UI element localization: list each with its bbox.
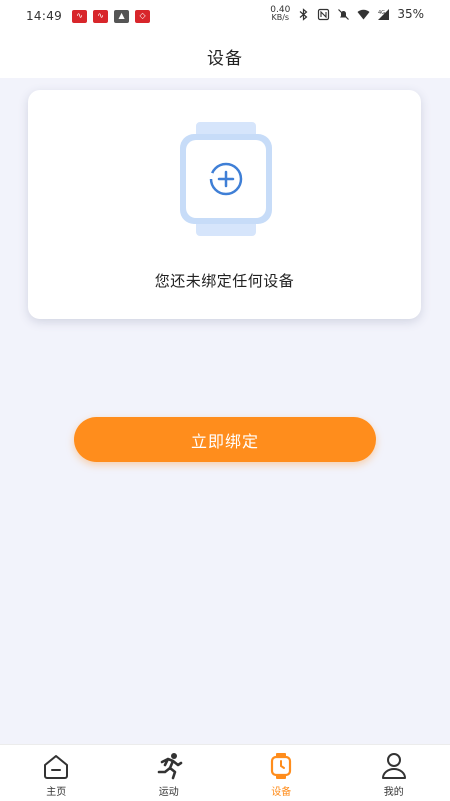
header: 设备 <box>0 34 450 78</box>
status-left: 14:49 ∿ ∿ ▲ ◇ <box>26 9 150 23</box>
watch-add-icon[interactable] <box>176 120 276 238</box>
empty-device-message: 您还未绑定任何设备 <box>28 270 421 291</box>
running-icon <box>154 751 184 781</box>
network-type: 4G <box>378 10 385 16</box>
tab-device-label: 设备 <box>271 783 291 798</box>
device-card: 您还未绑定任何设备 <box>28 90 421 319</box>
page-title: 设备 <box>207 44 243 69</box>
status-right: 0.40 KB/s 4G 35% <box>270 7 424 21</box>
mute-icon <box>337 8 350 21</box>
tab-mine-label: 我的 <box>384 783 404 798</box>
tab-home[interactable]: 主页 <box>0 745 113 801</box>
bind-now-button[interactable]: 立即绑定 <box>74 417 376 462</box>
signal-icon: 4G <box>377 8 390 21</box>
net-speed-unit: KB/s <box>270 14 290 21</box>
app-notification-icon: ◇ <box>135 10 150 23</box>
nfc-icon <box>317 8 330 21</box>
app-notification-icon: ∿ <box>72 10 87 23</box>
image-notification-icon: ▲ <box>114 10 129 23</box>
bluetooth-icon <box>297 8 310 21</box>
app-notification-icon: ∿ <box>93 10 108 23</box>
watch-icon <box>266 751 296 781</box>
net-speed: 0.40 KB/s <box>270 7 290 21</box>
tab-sport-label: 运动 <box>159 783 179 798</box>
tab-home-label: 主页 <box>46 783 66 798</box>
wifi-icon <box>357 8 370 21</box>
home-icon <box>41 751 71 781</box>
status-bar: 14:49 ∿ ∿ ▲ ◇ 0.40 KB/s 4G 35% <box>0 0 450 34</box>
status-time: 14:49 <box>26 9 62 23</box>
tab-mine[interactable]: 我的 <box>338 745 450 801</box>
user-icon <box>379 751 409 781</box>
tab-device[interactable]: 设备 <box>225 745 338 801</box>
tab-sport[interactable]: 运动 <box>113 745 226 801</box>
tab-bar: 主页 运动 设备 我的 <box>0 744 450 801</box>
battery-level: 35% <box>397 7 424 21</box>
